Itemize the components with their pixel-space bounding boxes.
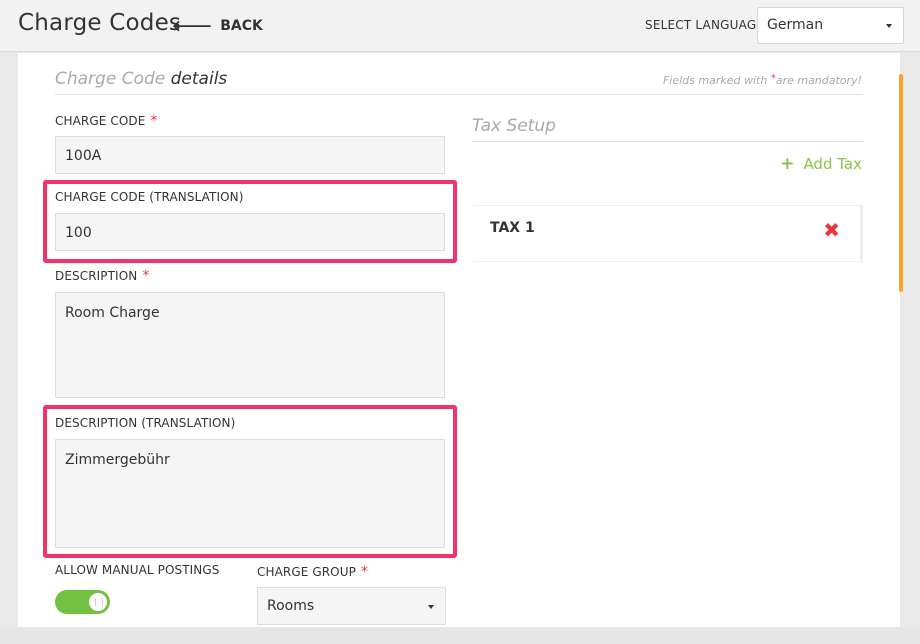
page-title: Charge Codes	[18, 10, 182, 36]
charge-code-translation-value: 100	[65, 225, 92, 241]
plus-icon: +	[780, 154, 795, 174]
charge-code-label-text: CHARGE CODE	[55, 114, 146, 128]
charge-group-label-text: CHARGE GROUP	[257, 565, 356, 579]
mandatory-note: Fields marked with *are mandatory!	[663, 73, 862, 87]
language-select-value: German	[767, 17, 824, 33]
top-bar: Charge Codes 🡐 BACK SELECT LANGUAGE Germ…	[0, 0, 920, 52]
description-label: DESCRIPTION *	[55, 268, 149, 284]
description-textarea[interactable]: Room Charge	[55, 292, 445, 398]
select-language-label: SELECT LANGUAGE	[645, 18, 765, 32]
chevron-down-icon	[886, 24, 892, 28]
back-arrow-icon: 🡐	[172, 16, 213, 35]
allow-manual-postings-toggle[interactable]	[55, 590, 110, 614]
back-button[interactable]: 🡐 BACK	[172, 18, 263, 34]
description-value: Room Charge	[65, 305, 160, 321]
charge-code-translation-label: CHARGE CODE (TRANSLATION)	[55, 190, 244, 204]
charge-group-value: Rooms	[267, 598, 315, 614]
back-label: BACK	[220, 18, 263, 34]
tax-name: TAX 1	[490, 220, 535, 236]
charge-code-value: 100A	[65, 148, 102, 164]
bottom-background	[0, 627, 920, 644]
charge-code-label: CHARGE CODE *	[55, 113, 158, 129]
description-label-text: DESCRIPTION	[55, 269, 138, 283]
mandatory-note-suffix: are mandatory!	[775, 74, 862, 87]
charge-code-input[interactable]: 100A	[55, 136, 445, 174]
charge-group-label: CHARGE GROUP *	[257, 564, 368, 580]
required-star: *	[142, 268, 150, 284]
charge-code-translation-input[interactable]: 100	[55, 213, 445, 251]
charge-group-select[interactable]: Rooms	[257, 587, 446, 625]
add-tax-label: Add Tax	[803, 155, 862, 173]
description-translation-textarea[interactable]: Zimmergebühr	[55, 439, 445, 548]
remove-tax-icon[interactable]: ✖	[823, 218, 840, 242]
required-star: *	[150, 113, 158, 129]
required-star: *	[360, 564, 369, 580]
mandatory-note-prefix: Fields marked with	[662, 74, 768, 87]
allow-manual-postings-label: ALLOW MANUAL POSTINGS	[55, 563, 220, 577]
chevron-down-icon	[428, 605, 434, 609]
tax-setup-title: Tax Setup	[472, 116, 556, 136]
description-translation-label: DESCRIPTION (TRANSLATION)	[55, 416, 236, 430]
add-tax-button[interactable]: + Add Tax	[780, 154, 862, 174]
scrollbar[interactable]	[899, 74, 903, 292]
details-title-light: Charge Code	[55, 69, 166, 89]
details-divider	[55, 94, 863, 95]
tax-setup-divider	[472, 141, 863, 142]
details-section-title: Charge Code details	[55, 69, 227, 89]
details-title-dark: details	[170, 69, 228, 89]
description-translation-value: Zimmergebühr	[65, 452, 170, 468]
tax-row: TAX 1 ✖	[473, 205, 863, 262]
language-select[interactable]: German	[757, 7, 904, 44]
toggle-knob	[89, 593, 107, 611]
